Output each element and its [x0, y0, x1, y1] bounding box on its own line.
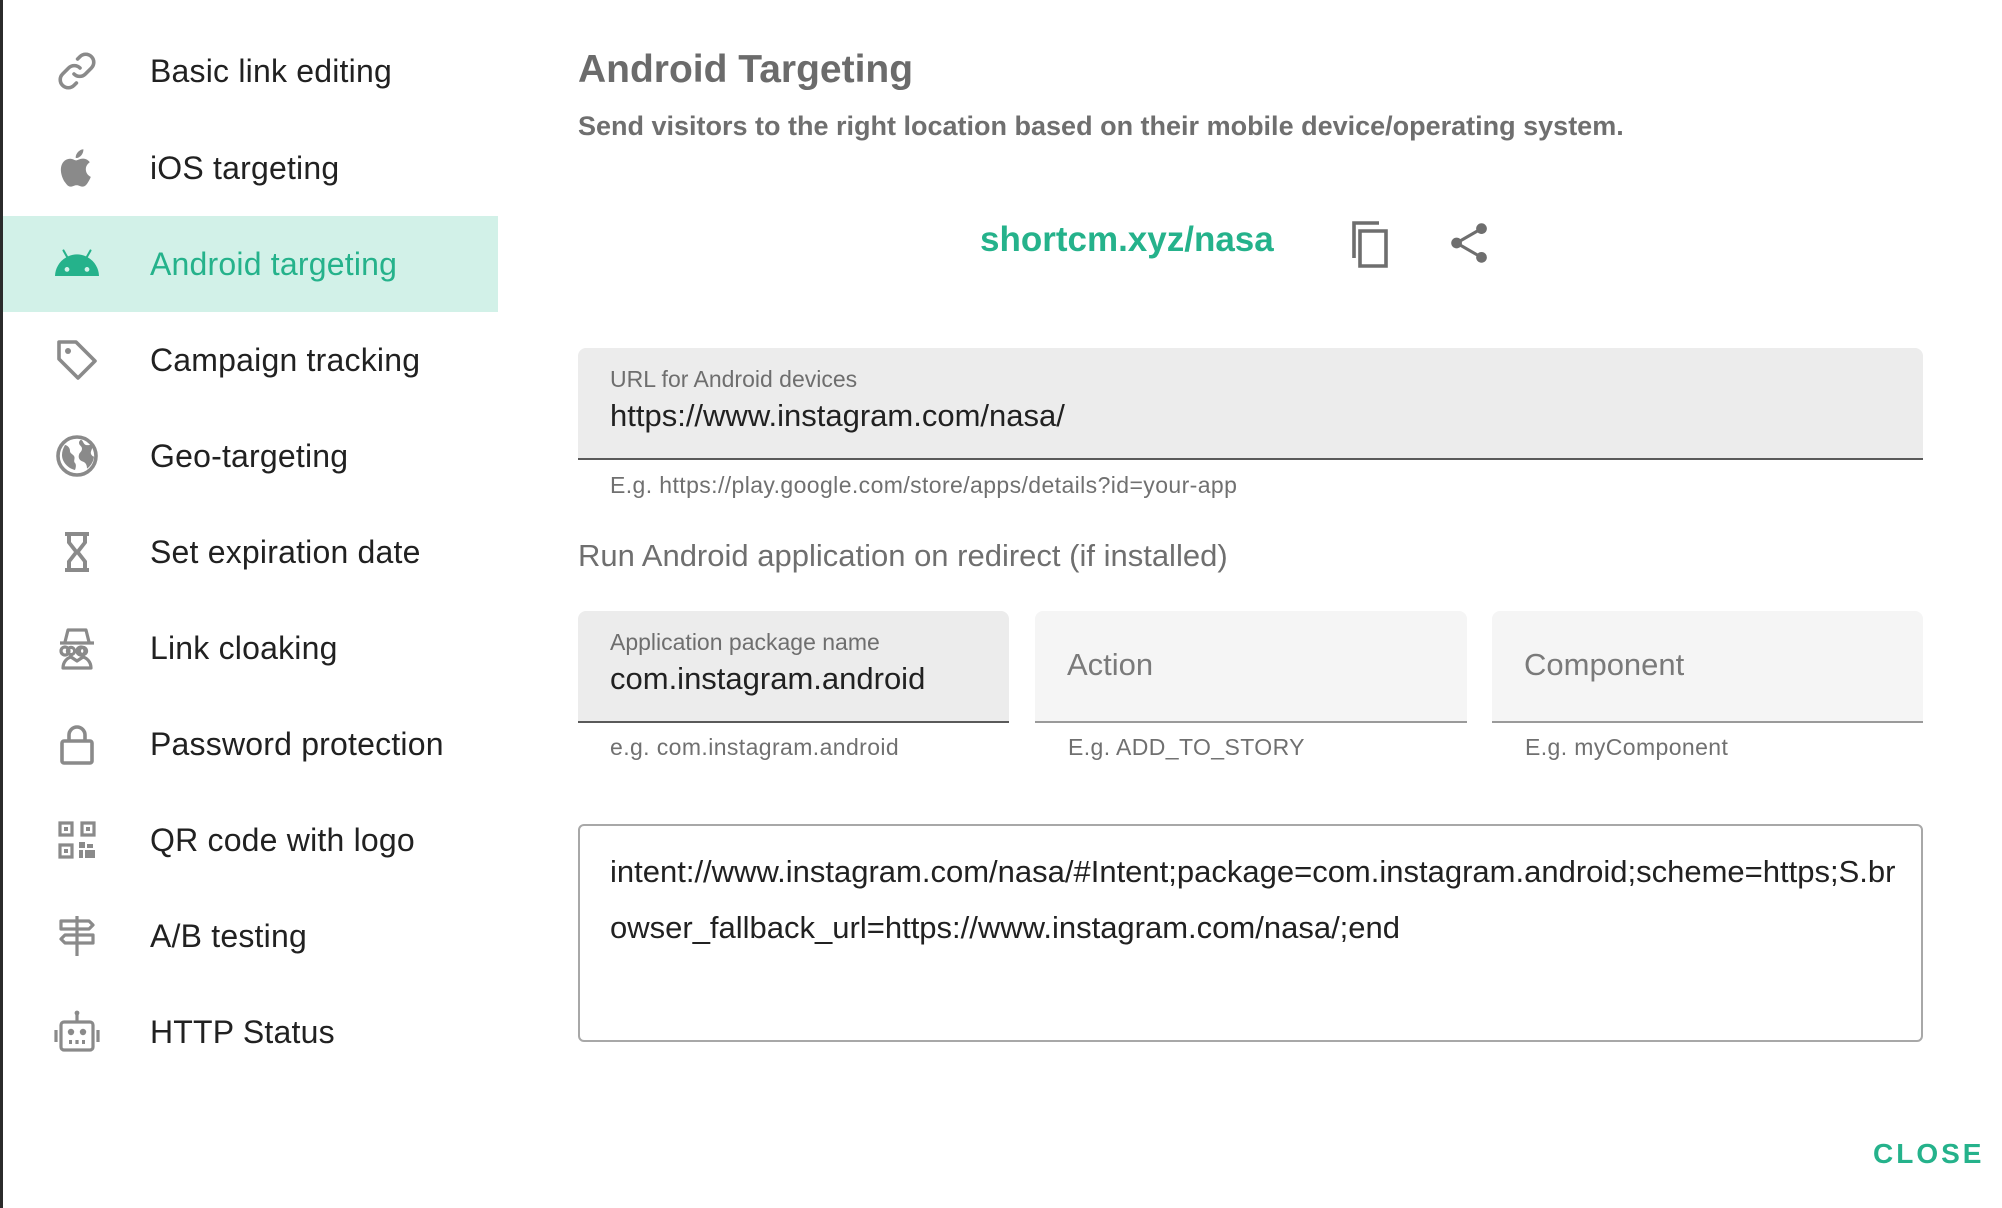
sidebar-item-campaign-tracking[interactable]: Campaign tracking: [3, 312, 498, 408]
intent-text: intent://www.instagram.com/nasa/#Intent;…: [610, 854, 1896, 945]
component-field[interactable]: Component: [1492, 611, 1923, 723]
intent-textarea[interactable]: intent://www.instagram.com/nasa/#Intent;…: [578, 824, 1923, 1042]
sidebar-item-label: QR code with logo: [150, 821, 415, 858]
sidebar-item-label: A/B testing: [150, 917, 307, 954]
close-button[interactable]: CLOSE: [1873, 1138, 1984, 1170]
sidebar-item-android-targeting[interactable]: Android targeting: [3, 216, 498, 312]
sidebar-item-password-protection[interactable]: Password protection: [3, 696, 498, 792]
sidebar-item-label: Password protection: [150, 725, 444, 762]
sidebar-item-set-expiration-date[interactable]: Set expiration date: [3, 504, 498, 600]
sidebar-item-label: iOS targeting: [150, 149, 340, 186]
lock-icon: [53, 720, 101, 768]
android-url-field[interactable]: URL for Android devices https://www.inst…: [578, 348, 1923, 460]
android-icon: [53, 240, 101, 288]
copy-icon: [1352, 221, 1388, 268]
hourglass-icon: [53, 528, 101, 576]
package-name-label: Application package name: [610, 629, 880, 655]
component-helper: E.g. myComponent: [1525, 734, 1729, 760]
apple-icon: [53, 144, 101, 192]
sidebar-item-geo-targeting[interactable]: Geo-targeting: [3, 408, 498, 504]
qr-code-icon: [53, 816, 101, 864]
sidebar-item-http-status[interactable]: HTTP Status: [3, 984, 498, 1080]
sidebar: Basic link editing iOS targeting Android…: [3, 0, 498, 1208]
sidebar-item-label: Link cloaking: [150, 629, 338, 666]
package-name-field[interactable]: Application package name com.instagram.a…: [578, 611, 1009, 723]
incognito-icon: [53, 624, 101, 672]
sidebar-item-qr-code-with-logo[interactable]: QR code with logo: [3, 792, 498, 888]
sidebar-item-label: Basic link editing: [150, 52, 392, 89]
sidebar-item-ios-targeting[interactable]: iOS targeting: [3, 120, 498, 216]
package-name-input[interactable]: com.instagram.android: [610, 661, 925, 697]
android-url-label: URL for Android devices: [610, 366, 858, 392]
sidebar-item-label: Campaign tracking: [150, 341, 421, 378]
sidebar-item-label: Set expiration date: [150, 533, 421, 570]
sidebar-item-link-cloaking[interactable]: Link cloaking: [3, 600, 498, 696]
app-section-label: Run Android application on redirect (if …: [578, 538, 1228, 573]
short-link[interactable]: shortcm.xyz/nasa: [980, 220, 1274, 260]
android-url-helper: E.g. https://play.google.com/store/apps/…: [610, 472, 1238, 498]
sidebar-item-label: Android targeting: [150, 245, 398, 282]
sidebar-item-label: Geo-targeting: [150, 437, 349, 474]
page-title: Android Targeting: [578, 48, 914, 91]
page-subtitle: Send visitors to the right location base…: [578, 111, 1624, 141]
signpost-icon: [53, 912, 101, 960]
robot-icon: [53, 1008, 101, 1056]
component-input[interactable]: Component: [1524, 647, 1684, 683]
globe-icon: [53, 432, 101, 480]
share-icon: [1451, 223, 1487, 263]
share-button[interactable]: [1447, 220, 1493, 266]
tag-icon: [53, 336, 101, 384]
sidebar-item-label: HTTP Status: [150, 1013, 335, 1050]
package-name-helper: e.g. com.instagram.android: [610, 734, 900, 760]
action-input[interactable]: Action: [1067, 647, 1153, 683]
sidebar-item-basic-link-editing[interactable]: Basic link editing: [3, 23, 498, 119]
android-url-input[interactable]: https://www.instagram.com/nasa/: [610, 398, 1065, 434]
sidebar-item-ab-testing[interactable]: A/B testing: [3, 888, 498, 984]
action-field[interactable]: Action: [1035, 611, 1467, 723]
action-helper: E.g. ADD_TO_STORY: [1068, 734, 1305, 760]
copy-button[interactable]: [1350, 218, 1398, 272]
link-icon: [53, 47, 101, 95]
